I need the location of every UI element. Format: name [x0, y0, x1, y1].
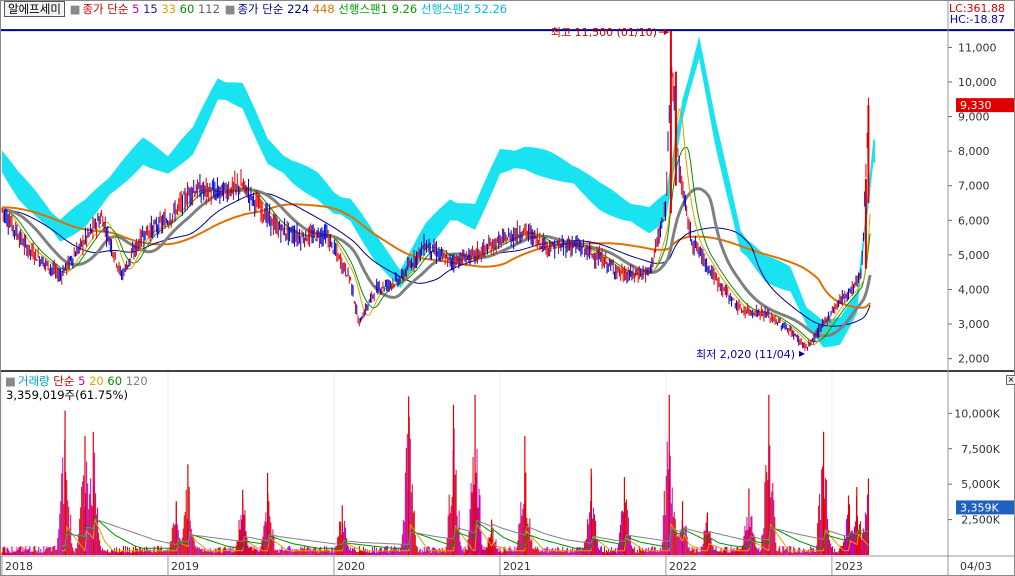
volume-ma-period-60: 60: [107, 374, 126, 388]
ma-period-5: 5: [132, 2, 144, 16]
price-tick-label: 10,000: [958, 76, 997, 89]
volume-tick-label: 7,500K: [961, 443, 1000, 456]
time-tick-label: 2023: [835, 560, 863, 573]
ma2-periods: 224 448: [287, 2, 338, 16]
volume-ma-label: 단순: [53, 374, 75, 388]
volume-ma-period-120: 120: [125, 374, 148, 388]
stock-name-button[interactable]: 알에프세미: [4, 1, 65, 17]
time-tick-label: 2018: [5, 560, 33, 573]
span1-legend: 선행스팬1 9.26: [338, 2, 418, 16]
price-tick-label: 7,000: [958, 180, 990, 193]
time-tick-label: 2021: [503, 560, 531, 573]
close-icon[interactable]: ×: [1006, 375, 1015, 385]
volume-legend: ■ 거래량 단순 5 20 60 120: [4, 374, 148, 388]
price-legend: 알에프세미 ■ 종가 단순 5 15 33 60 112 ■ 종가 단순 224 4…: [4, 1, 508, 17]
ma-period-33: 33: [161, 2, 180, 16]
volume-title: 거래량: [17, 374, 50, 388]
ma-legend-label: 종가 단순: [82, 2, 129, 16]
ma2-period-224: 224: [287, 2, 313, 16]
ma-period-15: 15: [143, 2, 162, 16]
volume-tick-label: 10,000K: [954, 407, 1000, 420]
price-tick-label: 6,000: [958, 214, 990, 227]
volume-ma-period-5: 5: [78, 374, 90, 388]
volume-ma-periods: 5 20 60 120: [78, 374, 148, 388]
price-tick-label: 11,000: [958, 41, 997, 54]
ma2-legend-square-icon: ■: [224, 2, 236, 16]
price-tick-label: 3,000: [958, 318, 990, 331]
last-date-label: 04/03: [960, 560, 992, 573]
ma-legend-square-icon: ■: [69, 2, 81, 16]
span2-legend: 선행스팬2 52.26: [420, 2, 508, 16]
ma2-legend-label: 종가 단순: [237, 2, 284, 16]
volume-tick-label: 5,000K: [961, 478, 1000, 491]
time-tick-label: 2019: [171, 560, 199, 573]
volume-badge-label: 3,359K: [960, 501, 999, 514]
time-tick-label: 2022: [669, 560, 697, 573]
hc-label: HC:-18.87: [949, 13, 1005, 26]
price-tick-label: 4,000: [958, 283, 990, 296]
volume-ma-period-20: 20: [89, 374, 108, 388]
price-tick-label: 8,000: [958, 145, 990, 158]
price-badge-label: 9,330: [960, 99, 992, 112]
high-annotation: 최고 11,500 (01/10): [551, 26, 657, 39]
ma-period-60: 60: [179, 2, 198, 16]
price-tick-label: 2,000: [958, 353, 990, 366]
ma-periods: 5 15 33 60 112: [132, 2, 223, 16]
chart-canvas[interactable]: 2,000 3,000 4,000 5,000 6,000 7,000 8,000 9,000…: [0, 0, 1015, 576]
ma2-period-448: 448: [312, 2, 339, 16]
time-tick-label: 2020: [337, 560, 365, 573]
volume-legend-square-icon: ■: [5, 374, 16, 388]
volume-current: 3,359,019주(61.75%): [6, 388, 128, 402]
price-tick-label: 5,000: [958, 249, 990, 262]
price-tick-label: 9,000: [958, 111, 990, 124]
volume-tick-label: 2,500K: [961, 514, 1000, 527]
ma-period-112: 112: [197, 2, 224, 16]
low-annotation: 최저 2,020 (11/04): [696, 348, 795, 361]
